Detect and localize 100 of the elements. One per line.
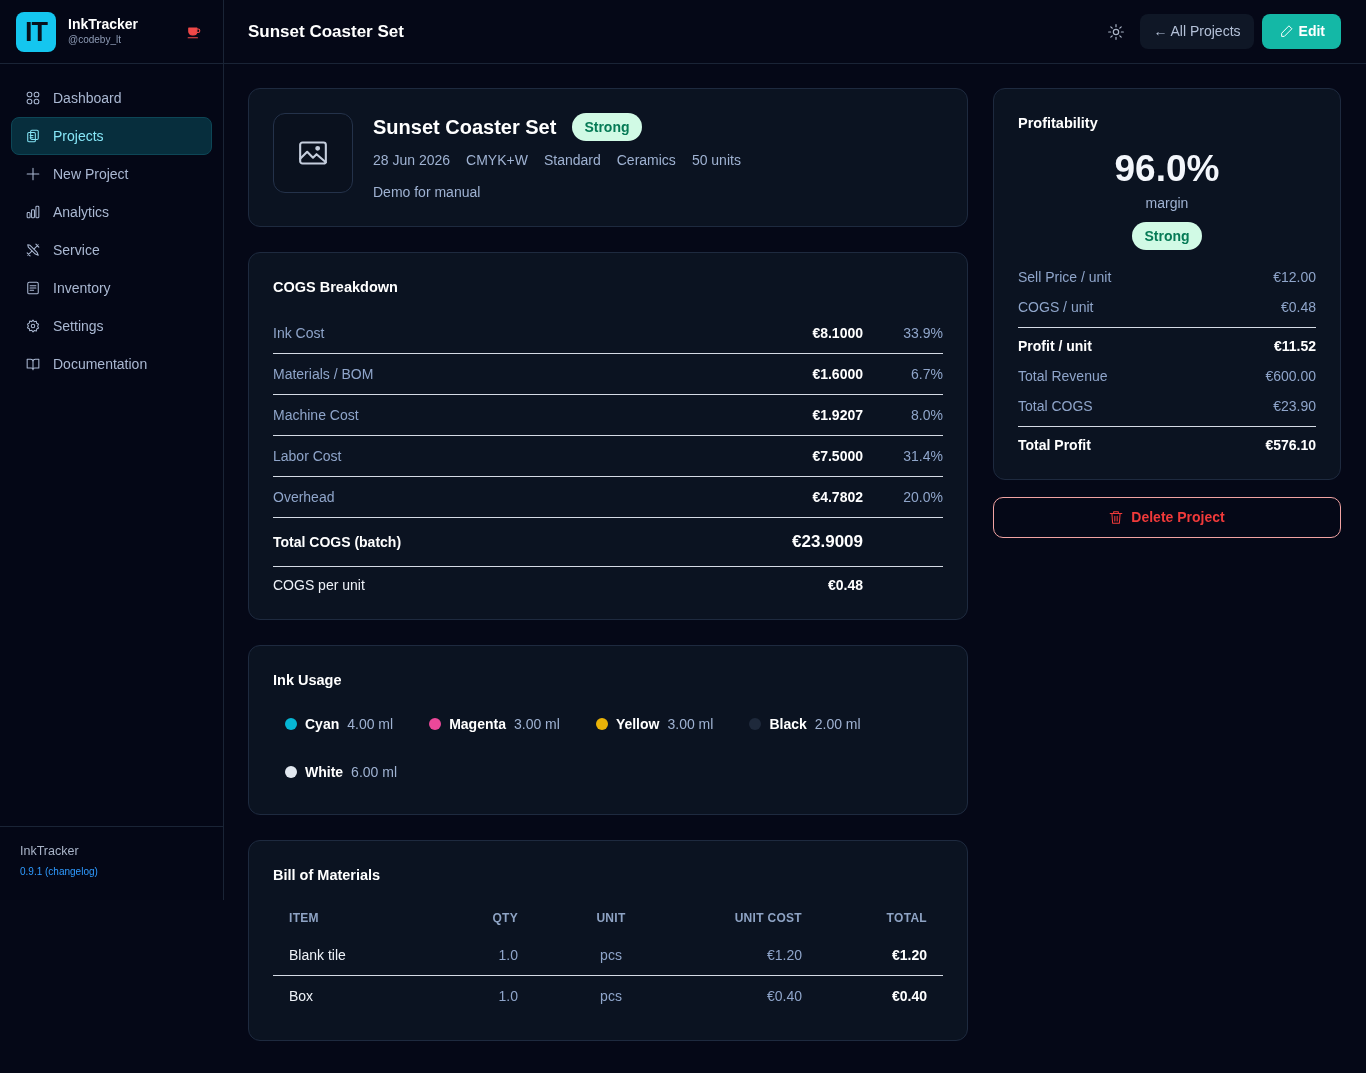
cost-label: Ink Cost bbox=[273, 324, 326, 343]
grid-icon bbox=[26, 91, 40, 105]
plus-icon bbox=[26, 167, 40, 181]
table-cell: €0.40 bbox=[688, 975, 818, 1016]
sun-icon[interactable] bbox=[1108, 23, 1125, 40]
per-unit-value: €0.48 bbox=[827, 576, 863, 595]
table-cell: Blank tile bbox=[273, 935, 473, 976]
cost-value: €1.6000 bbox=[812, 365, 863, 384]
metric-label: COGS / unit bbox=[1018, 298, 1094, 317]
meta-text: Ceramics bbox=[616, 151, 676, 170]
cost-label: Materials / BOM bbox=[273, 365, 375, 384]
cost-share: 6.7% bbox=[910, 365, 943, 384]
changelog-link[interactable]: 0.9.1 (changelog) bbox=[20, 866, 98, 877]
metric-value: €23.90 bbox=[1273, 397, 1316, 416]
bar-chart-icon bbox=[26, 205, 40, 219]
card-title: COGS Breakdown bbox=[273, 278, 399, 297]
nav-item[interactable]: Settings bbox=[11, 307, 212, 345]
meta-text: Standard bbox=[543, 151, 601, 170]
cost-share: 20.0% bbox=[902, 488, 943, 507]
ink-amount: 6.00 ml bbox=[351, 763, 398, 782]
cost-value: €8.1000 bbox=[812, 324, 863, 343]
nav-item[interactable]: Inventory bbox=[11, 269, 212, 307]
ink-name: White bbox=[305, 763, 344, 782]
app-logo: IT bbox=[16, 11, 56, 52]
project-notes: Demo for manual bbox=[373, 183, 482, 202]
nav-item[interactable]: Documentation bbox=[11, 345, 212, 383]
cost-value: €7.5000 bbox=[812, 447, 863, 466]
metric-label: Sell Price / unit bbox=[1018, 268, 1112, 287]
nav-item[interactable]: Analytics bbox=[11, 193, 212, 231]
nav-item[interactable]: Dashboard bbox=[11, 79, 212, 117]
table-cell: €1.20 bbox=[818, 935, 943, 976]
cost-label: Overhead bbox=[273, 488, 336, 507]
back-button[interactable]: ← All Projects bbox=[1140, 14, 1254, 49]
table-cell: 1.0 bbox=[473, 975, 534, 1016]
nav-item[interactable]: Service bbox=[11, 231, 212, 269]
table-cell: Box bbox=[273, 975, 473, 1016]
ink-name: Magenta bbox=[449, 715, 506, 734]
metric-label: Total Revenue bbox=[1018, 367, 1108, 386]
cost-label: Labor Cost bbox=[273, 447, 343, 466]
document-icon bbox=[26, 281, 40, 295]
nav-item[interactable]: Projects bbox=[11, 117, 212, 155]
margin-value: 96.0% bbox=[1113, 147, 1221, 191]
book-icon bbox=[26, 357, 40, 371]
column-header: UNIT bbox=[595, 910, 627, 927]
cost-share: 31.4% bbox=[902, 447, 943, 466]
ink-name: Yellow bbox=[615, 715, 660, 734]
table-cell: pcs bbox=[534, 935, 688, 976]
card-title: Ink Usage bbox=[273, 671, 343, 690]
documents-icon bbox=[26, 129, 40, 143]
page-title: Sunset Coaster Set bbox=[248, 20, 404, 43]
metric-value: €600.00 bbox=[1265, 367, 1316, 386]
column-header: TOTAL bbox=[885, 910, 928, 927]
metric-value: €576.10 bbox=[1265, 436, 1316, 455]
cost-value: €1.9207 bbox=[812, 406, 863, 425]
image-icon bbox=[299, 141, 327, 165]
ink-amount: 3.00 ml bbox=[513, 715, 560, 734]
table-cell: pcs bbox=[534, 975, 688, 1016]
trash-icon bbox=[1109, 510, 1124, 525]
table-cell: €1.20 bbox=[688, 935, 818, 976]
rating-badge: Strong bbox=[1132, 222, 1202, 250]
total-label: Total COGS (batch) bbox=[273, 533, 403, 552]
meta-text: 28 Jun 2026 bbox=[373, 151, 451, 170]
per-unit-label: COGS per unit bbox=[273, 576, 366, 595]
settings-icon bbox=[26, 319, 40, 333]
app-name: InkTracker bbox=[68, 16, 139, 33]
delete-button[interactable]: Delete Project bbox=[993, 497, 1341, 538]
nav-item[interactable]: New Project bbox=[11, 155, 212, 193]
meta-text: CMYK+W bbox=[466, 151, 528, 170]
ink-amount: 2.00 ml bbox=[814, 715, 861, 734]
table-cell: €0.40 bbox=[818, 975, 943, 1016]
app-name: InkTracker bbox=[20, 843, 80, 860]
ink-name: Black bbox=[769, 715, 807, 734]
metric-label: Total COGS bbox=[1018, 397, 1093, 416]
cost-share: 8.0% bbox=[910, 406, 943, 425]
project-name: Sunset Coaster Set bbox=[373, 115, 557, 140]
user-handle: @codeby_lt bbox=[68, 33, 122, 47]
card-title: Bill of Materials bbox=[273, 866, 382, 885]
metric-value: €11.52 bbox=[1273, 337, 1316, 356]
column-header: ITEM bbox=[288, 910, 320, 927]
total-value: €23.9009 bbox=[792, 532, 863, 552]
meta-text: 50 units bbox=[691, 151, 741, 170]
column-header: UNIT COST bbox=[733, 910, 803, 927]
margin-label: margin bbox=[1144, 194, 1190, 213]
ink-amount: 3.00 ml bbox=[667, 715, 714, 734]
metric-label: Total Profit bbox=[1018, 436, 1091, 455]
metric-value: €12.00 bbox=[1273, 268, 1316, 287]
cost-label: Machine Cost bbox=[273, 406, 360, 425]
ink-name: Cyan bbox=[305, 715, 340, 734]
cost-share: 33.9% bbox=[902, 324, 943, 343]
tools-icon bbox=[26, 243, 40, 257]
ink-amount: 4.00 ml bbox=[347, 715, 394, 734]
metric-label: Profit / unit bbox=[1018, 337, 1092, 356]
pencil-icon bbox=[1279, 25, 1293, 38]
column-header: QTY bbox=[491, 910, 519, 927]
card-title: Profitability bbox=[1018, 114, 1099, 133]
rating-badge: Strong bbox=[572, 113, 642, 141]
cup-icon[interactable] bbox=[187, 24, 201, 39]
metric-value: €0.48 bbox=[1280, 298, 1316, 317]
cost-value: €4.7802 bbox=[812, 488, 863, 507]
table-cell: 1.0 bbox=[473, 935, 534, 976]
